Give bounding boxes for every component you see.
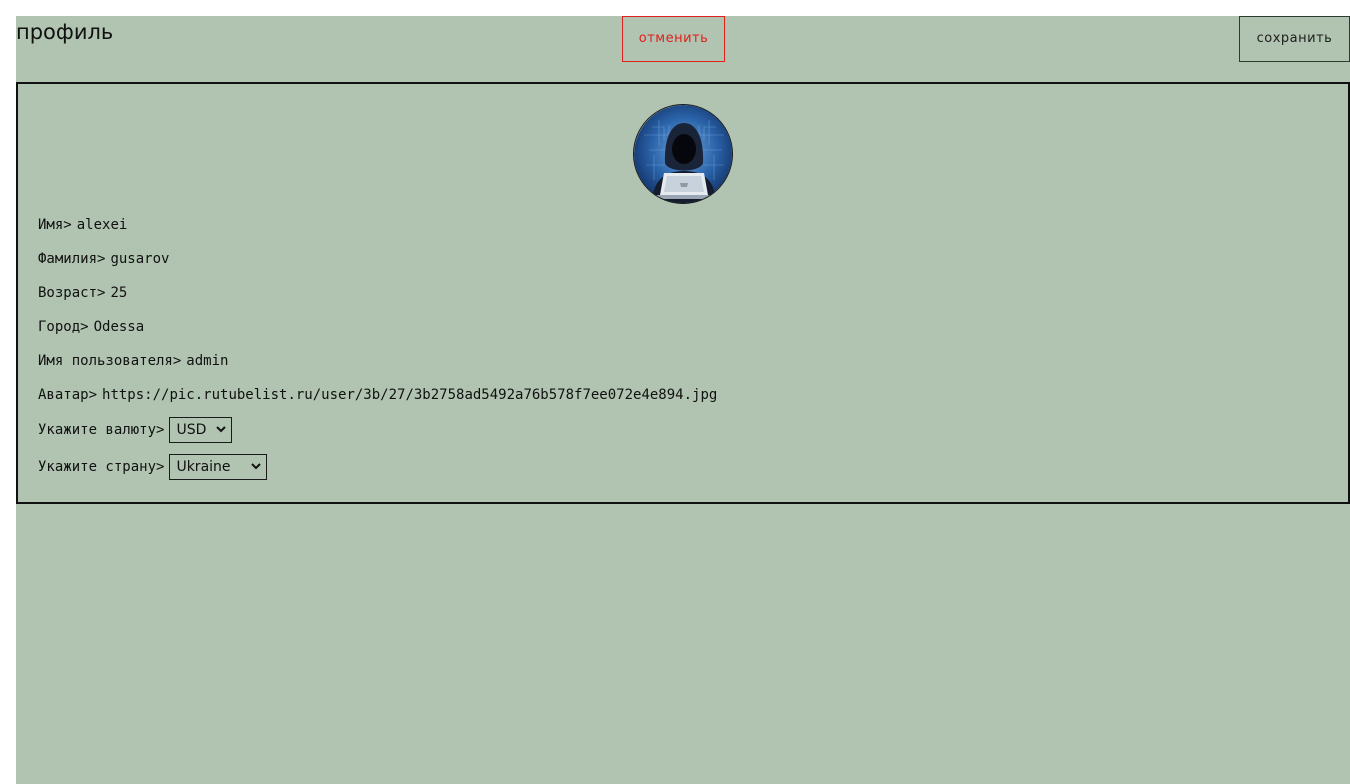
page-title: профиль bbox=[16, 20, 114, 44]
field-label: Аватар bbox=[38, 387, 89, 403]
chevron-down-icon bbox=[216, 426, 227, 433]
field-country: Укажите страну> Ukraine bbox=[38, 454, 268, 480]
field-city: Город> Odessa bbox=[38, 317, 144, 337]
field-separator: > bbox=[97, 285, 106, 301]
field-age: Возраст> 25 bbox=[38, 283, 127, 303]
field-value: gusarov bbox=[110, 251, 170, 267]
chevron-down-icon bbox=[251, 463, 262, 470]
avatar bbox=[633, 104, 733, 204]
field-avatar-url: Аватар> https://pic.rutubelist.ru/user/3b… bbox=[38, 385, 717, 405]
field-value: alexei bbox=[76, 217, 128, 233]
field-separator: > bbox=[97, 251, 106, 267]
field-separator: > bbox=[172, 353, 182, 369]
profile-page: профиль отменить сохранить Имя> alexei Ф… bbox=[16, 16, 1350, 784]
field-value: https://pic.rutubelist.ru/user/3b/27/3b2… bbox=[102, 387, 718, 403]
field-first-name: Имя> alexei bbox=[38, 215, 127, 235]
country-select[interactable]: Ukraine bbox=[169, 454, 268, 480]
field-separator: > bbox=[156, 459, 165, 475]
field-separator: > bbox=[156, 422, 165, 438]
field-separator: > bbox=[63, 217, 72, 233]
field-label: Укажите страну bbox=[38, 459, 157, 475]
field-separator: > bbox=[88, 387, 98, 403]
cancel-button[interactable]: отменить bbox=[622, 16, 725, 62]
field-last-name: Фамилия> gusarov bbox=[38, 249, 169, 269]
profile-card: Имя> alexei Фамилия> gusarov Возраст> 25 Го… bbox=[16, 82, 1350, 504]
currency-select[interactable]: USD bbox=[169, 417, 233, 443]
field-value: Odessa bbox=[93, 319, 145, 335]
field-username: Имя пользователя> admin bbox=[38, 351, 228, 371]
field-label: Возраст bbox=[38, 285, 98, 301]
field-currency: Укажите валюту> USD bbox=[38, 417, 233, 443]
currency-selected-value: USD bbox=[176, 422, 207, 438]
field-value: admin bbox=[186, 353, 229, 369]
field-label: Город bbox=[38, 319, 81, 335]
field-label: Укажите валюту bbox=[38, 422, 157, 438]
save-button[interactable]: сохранить bbox=[1239, 16, 1350, 62]
field-label: Имя пользователя bbox=[38, 353, 173, 369]
field-separator: > bbox=[80, 319, 89, 335]
country-selected-value: Ukraine bbox=[176, 459, 231, 475]
field-value: 25 bbox=[110, 285, 128, 301]
hooded-hacker-icon bbox=[634, 105, 732, 203]
field-label: Имя bbox=[38, 217, 64, 233]
field-label: Фамилия bbox=[38, 251, 98, 267]
